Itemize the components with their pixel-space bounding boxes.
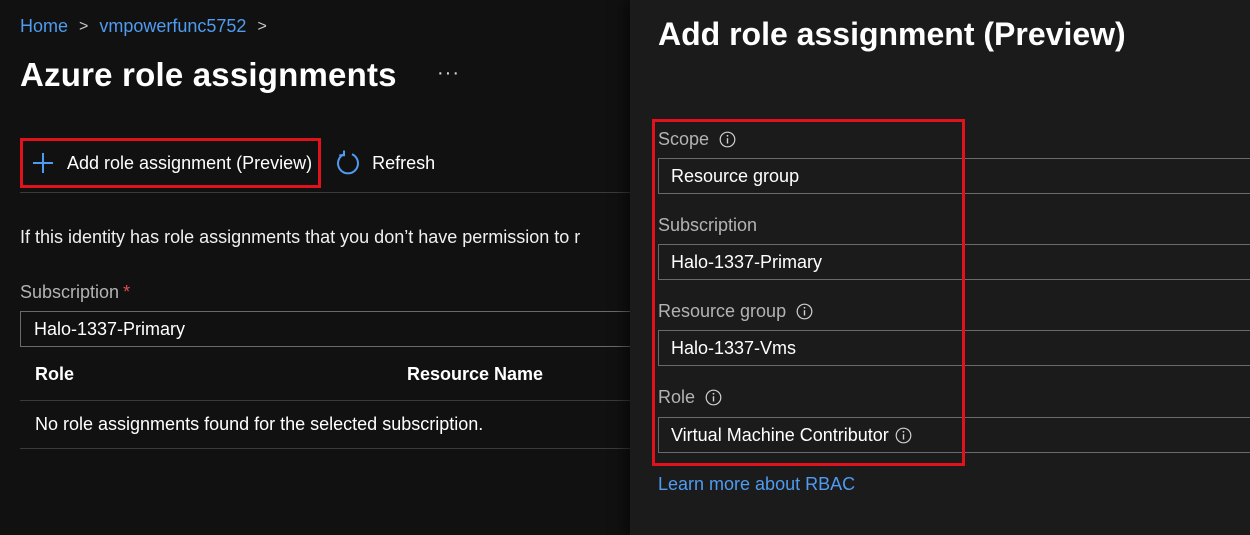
breadcrumb: Home > vmpowerfunc5752 >	[20, 16, 278, 37]
breadcrumb-home-link[interactable]: Home	[20, 16, 68, 37]
toolbar: Add role assignment (Preview) Refresh	[20, 138, 435, 188]
info-icon[interactable]	[796, 303, 813, 320]
refresh-label: Refresh	[372, 152, 436, 173]
subscription-label: Subscription	[658, 215, 757, 236]
role-value: Virtual Machine Contributor	[671, 425, 889, 445]
subscription-value: Halo-1337-Primary	[671, 252, 823, 272]
info-icon[interactable]	[895, 427, 912, 444]
role-label-text: Role	[658, 387, 696, 407]
column-header-role[interactable]: Role	[35, 364, 74, 385]
page-title: Azure role assignments	[20, 56, 397, 93]
subscription-label-text: Subscription	[658, 215, 758, 235]
required-mark: *	[123, 282, 131, 302]
resource-group-field[interactable]: Halo-1337-Vms	[658, 330, 1250, 366]
role-field[interactable]: Virtual Machine Contributor	[658, 417, 1250, 453]
subscription-field[interactable]: Halo-1337-Primary	[658, 244, 1250, 280]
table-row-divider	[20, 448, 630, 449]
refresh-icon	[337, 150, 360, 175]
plus-icon	[33, 153, 53, 173]
chevron-right-icon: >	[257, 17, 267, 35]
resource-group-value: Halo-1337-Vms	[671, 338, 797, 358]
subscription-filter-label: Subscription *	[20, 282, 130, 303]
subscription-filter-label-text: Subscription	[20, 282, 120, 302]
scope-label-text: Scope	[658, 129, 710, 149]
info-icon[interactable]	[705, 389, 722, 406]
chevron-right-icon: >	[79, 17, 89, 35]
add-role-assignment-panel: Add role assignment (Preview) Scope Reso…	[630, 0, 1250, 535]
subscription-select[interactable]: Halo-1337-Primary	[20, 311, 630, 347]
resource-group-label-text: Resource group	[658, 301, 787, 321]
refresh-button[interactable]: Refresh	[335, 138, 435, 188]
breadcrumb-resource-link[interactable]: vmpowerfunc5752	[99, 16, 246, 37]
panel-title: Add role assignment (Preview)	[658, 16, 1126, 52]
add-role-assignment-label: Add role assignment (Preview)	[67, 152, 313, 173]
info-icon[interactable]	[719, 131, 736, 148]
toolbar-divider	[20, 192, 630, 193]
resource-group-label: Resource group	[658, 301, 813, 322]
more-icon[interactable]: ···	[437, 62, 460, 85]
role-label: Role	[658, 387, 722, 408]
column-header-resource-name[interactable]: Resource Name	[407, 364, 543, 385]
scope-value: Resource group	[671, 166, 800, 186]
table-header-divider	[20, 400, 630, 401]
table-empty-message: No role assignments found for the select…	[35, 414, 484, 434]
add-role-assignment-button[interactable]: Add role assignment (Preview)	[20, 138, 322, 188]
learn-more-rbac-link[interactable]: Learn more about RBAC	[658, 474, 855, 495]
main-page: Home > vmpowerfunc5752 > Azure role assi…	[0, 0, 630, 535]
permission-info-text: If this identity has role assignments th…	[20, 227, 581, 247]
scope-select[interactable]: Resource group	[658, 158, 1250, 194]
scope-label: Scope	[658, 129, 736, 150]
